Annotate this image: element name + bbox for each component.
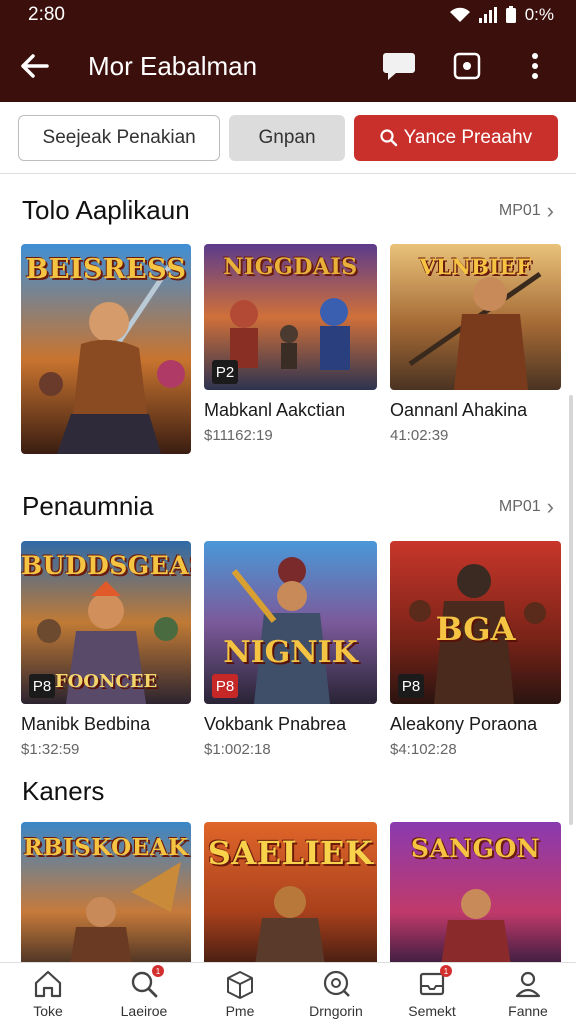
see-more-label: MP01 [498,497,541,515]
nav-item-inbox[interactable]: 1 Semekt [384,963,480,1024]
search-icon: 1 [128,965,164,1000]
camera-button[interactable] [450,49,484,83]
app-art-subtitle: NIGNIK [223,635,358,670]
app-artwork: BGA P8 [390,541,561,704]
filter-chip-1[interactable]: Seejeak Penakian [18,114,221,161]
wifi-icon [449,7,470,22]
home-icon [34,970,62,998]
app-bar: Mor Eabalman [0,30,576,102]
status-time: 2:80 [28,4,65,25]
app-name: Manibk Bedbina [21,714,151,734]
app-artwork: NIGGDAIS P2 [204,244,377,390]
section-title: Kaners [22,776,105,806]
status-icons: 0:% [449,5,554,25]
app-artwork: BUDDSGEAS FOONCEE P8 [21,541,191,704]
nav-label: Toke [33,1003,63,1019]
app-badge: P8 [398,674,424,698]
main-content[interactable]: Tolo Aaplikaun MP01 › BEISRESS NIGGDAIS … [0,175,576,962]
app-card[interactable]: VLNBIEF Oannanl Ahakina 41:02:39 [390,244,561,444]
app-artwork: SAELIEK [204,822,377,962]
page-title: Mor Eabalman [88,50,258,81]
battery-icon [505,6,516,23]
app-badge: P8 [212,674,238,698]
app-artwork: NIGNIK P8 [204,541,377,704]
nav-label: Fanne [508,1003,548,1019]
app-art-subtitle: BGA [435,610,516,648]
app-price: $4:102:28 [390,741,457,758]
app-art-title: SANGON [410,834,541,863]
see-more-link[interactable]: MP01 › [499,494,554,520]
app-artwork: VLNBIEF [390,244,561,390]
app-card[interactable]: NIGGDAIS P2 Mabkanl Aakctian $11162:19 [204,244,377,444]
app-price: $1:002:18 [204,741,271,758]
discover-icon [323,970,350,997]
notification-badge: 1 [440,965,452,977]
app-card[interactable]: BUDDSGEAS FOONCEE P8 Manibk Bedbina $1:3… [21,541,191,758]
nav-item-profile[interactable]: Fanne [480,963,576,1024]
back-arrow-icon [21,54,49,78]
signal-icon [478,7,497,23]
status-bar: 2:80 0:% [0,0,576,30]
filter-chip-2[interactable]: Gnpan [229,114,345,161]
battery-level: 0:% [524,5,554,24]
nav-label: Laeiroe [120,1003,168,1019]
nav-label: Pme [225,1003,255,1019]
app-price: $1:32:59 [21,741,80,758]
app-art-title: VLNBIEF [419,254,532,279]
app-art-title: BEISRESS [25,254,187,285]
app-badge: P8 [29,674,55,698]
app-badge: P2 [212,360,238,384]
section-header: Kaners [22,776,554,807]
app-name: Oannanl Ahakina [390,400,528,420]
app-card[interactable]: SANGON [390,822,561,962]
chevron-right-icon: › [546,493,554,519]
app-card[interactable]: NIGNIK P8 Vokbank Pnabrea $1:002:18 [204,541,377,758]
section-title: Tolo Aaplikaun [22,195,190,225]
app-price: 41:02:39 [390,427,449,444]
app-artwork: SANGON [390,822,561,962]
app-name: Mabkanl Aakctian [204,400,346,420]
see-more-link[interactable]: MP01 › [499,198,554,224]
app-name: Aleakony Poraona [390,714,538,734]
app-artwork: RBISKOEAK [21,822,191,962]
app-art-title: RBISKOEAK [23,834,189,861]
more-options-button[interactable] [518,49,552,83]
camera-icon [453,52,481,80]
chat-icon [383,53,415,80]
more-vertical-icon [532,53,538,79]
app-art-title: NIGGDAIS [223,254,358,280]
search-icon [380,128,397,146]
nav-item-discover[interactable]: Drngorin [288,963,384,1024]
filter-bar: Seejeak Penakian Gnpan Yance Preaahv [0,102,576,174]
search-filter-label: Yance Preaahv [403,126,533,148]
app-card[interactable]: BEISRESS [21,244,191,454]
app-card[interactable]: BGA P8 Aleakony Poraona $4:102:28 [390,541,561,758]
search-filter-button[interactable]: Yance Preaahv [353,114,559,161]
see-more-label: MP01 [498,201,541,219]
bottom-nav: Toke 1 Laeiroe Pme Drngorin 1 Semekt Fan… [0,962,576,1024]
inbox-icon: 1 [416,965,452,1000]
section-title: Penaumnia [22,491,154,521]
scrollbar[interactable] [569,395,573,825]
app-artwork: BEISRESS [21,244,191,454]
nav-label: Drngorin [309,1003,363,1019]
chevron-right-icon: › [546,197,554,223]
notification-badge: 1 [152,965,164,977]
app-art-title: SAELIEK [207,834,374,872]
nav-item-search[interactable]: 1 Laeiroe [96,963,192,1024]
box-icon [227,971,253,999]
app-art-title: BUDDSGEAS [21,551,191,580]
app-card[interactable]: RBISKOEAK [21,822,191,962]
nav-label: Semekt [408,1003,456,1019]
nav-item-home[interactable]: Toke [0,963,96,1024]
nav-item-box[interactable]: Pme [192,963,288,1024]
chat-button[interactable] [382,49,416,83]
app-name: Vokbank Pnabrea [204,714,347,734]
section-header: Penaumnia MP01 › [22,491,554,522]
app-card[interactable]: SAELIEK [204,822,377,962]
app-price: $11162:19 [204,427,273,444]
section-header: Tolo Aaplikaun MP01 › [22,195,554,226]
profile-icon [515,971,541,998]
back-button[interactable] [0,30,70,102]
